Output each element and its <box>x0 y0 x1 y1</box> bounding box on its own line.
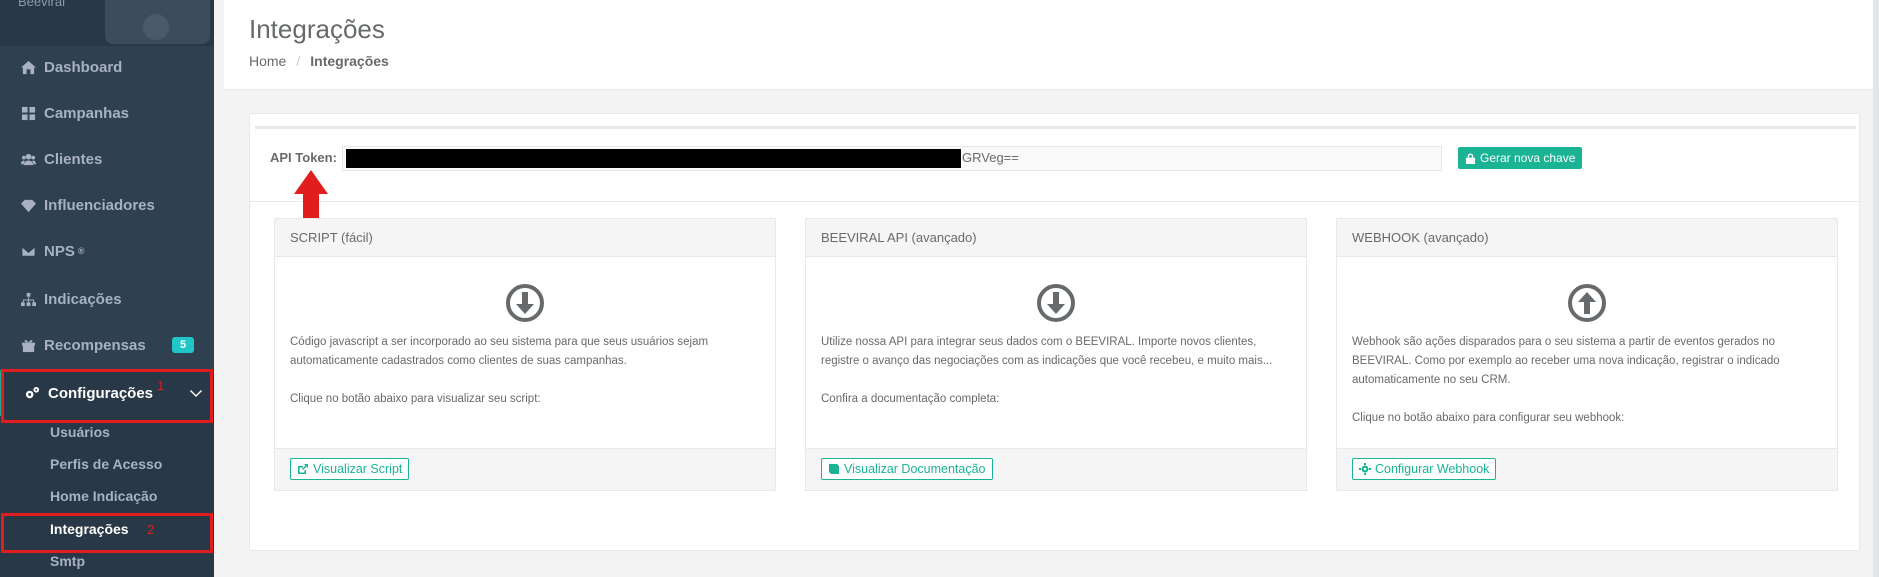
submenu-item-usuarios[interactable]: Usuários <box>0 416 214 448</box>
lock-icon <box>1465 152 1476 164</box>
sidebar-item-configuracoes[interactable]: Configurações <box>0 370 214 416</box>
diamond-icon <box>20 197 36 213</box>
api-token-label: API Token: <box>270 150 337 165</box>
sidebar-item-label: Campanhas <box>44 104 130 122</box>
breadcrumb-current: Integrações <box>310 53 389 69</box>
panel-title: BEEVIRAL API (avançado) <box>806 219 1306 257</box>
page-title: Integrações <box>249 14 385 44</box>
token-redaction-block <box>346 149 961 168</box>
configure-webhook-label: Configurar Webhook <box>1375 462 1490 476</box>
sidebar-item-label: NPS <box>44 242 75 260</box>
sidebar-item-campanhas[interactable]: Campanhas <box>0 90 214 136</box>
panel-title: SCRIPT (fácil) <box>275 219 775 257</box>
view-documentation-label: Visualizar Documentação <box>844 462 986 476</box>
sidebar-item-label: Dashboard <box>44 58 123 76</box>
sidebar: Beeviral Dashboard Campanhas Clientes In… <box>0 0 214 577</box>
profile-name: Beeviral <box>18 0 65 9</box>
generate-key-button[interactable]: Gerar nova chave <box>1458 147 1583 169</box>
panel-api: BEEVIRAL API (avançado) Utilize nossa AP… <box>805 218 1307 491</box>
sidebar-item-label: Clientes <box>44 150 103 168</box>
book-icon <box>829 464 839 474</box>
view-script-button[interactable]: Visualizar Script <box>290 458 410 480</box>
registered-mark: ® <box>77 246 85 256</box>
submenu-item-integracoes[interactable]: Integrações <box>0 513 214 545</box>
scrollbar-track[interactable] <box>1873 0 1879 577</box>
sidebar-item-clientes[interactable]: Clientes <box>0 136 214 182</box>
profile-area: Beeviral <box>0 0 214 46</box>
panel-description: Webhook são ações disparados para o seu … <box>1352 333 1822 447</box>
sidebar-item-label: Indicações <box>44 290 122 308</box>
panel-paragraph: Utilize nossa API para integrar seus dad… <box>821 336 1273 367</box>
sidebar-item-recompensas[interactable]: Recompensas 5 <box>0 322 214 368</box>
sidebar-item-label: Recompensas <box>44 336 146 354</box>
users-icon <box>20 151 36 167</box>
view-script-label: Visualizar Script <box>313 462 403 476</box>
avatar[interactable] <box>105 0 210 44</box>
divider <box>250 201 1861 202</box>
breadcrumb: Home / Integrações <box>249 53 389 69</box>
grid-icon <box>20 105 36 121</box>
arrow-circle-down-icon <box>505 283 545 323</box>
envelope-icon <box>20 243 36 259</box>
sidebar-item-indicacoes[interactable]: Indicações <box>0 276 214 322</box>
arrow-circle-up-icon <box>1567 283 1607 323</box>
divider <box>255 126 1856 129</box>
sidebar-item-nps[interactable]: NPS ® <box>0 228 214 274</box>
panel-footer: Visualizar Script <box>275 448 775 490</box>
generate-key-label: Gerar nova chave <box>1480 151 1576 165</box>
sitemap-icon <box>20 291 36 307</box>
chevron-down-icon <box>190 386 202 398</box>
sidebar-item-dashboard[interactable]: Dashboard <box>0 44 214 90</box>
panel-description: Código javascript a ser incorporado ao s… <box>290 333 760 428</box>
home-icon <box>20 59 36 75</box>
gear-icon <box>1359 463 1371 475</box>
annotation-number-1: 1 <box>157 378 165 393</box>
api-token-visible-tail: GRVeg== <box>962 150 1019 165</box>
panel-paragraph: Confira a documentação completa: <box>821 393 1000 405</box>
panel-title: WEBHOOK (avançado) <box>1337 219 1837 257</box>
sidebar-item-label: Configurações <box>48 384 154 402</box>
panel-script: SCRIPT (fácil) Código javascript a ser i… <box>274 218 776 491</box>
panel-paragraph: Webhook são ações disparados para o seu … <box>1352 336 1780 386</box>
panel-description: Utilize nossa API para integrar seus dad… <box>821 333 1291 428</box>
panel-paragraph: Clique no botão abaixo para configurar s… <box>1352 412 1625 424</box>
sidebar-item-influenciadores[interactable]: Influenciadores <box>0 182 214 228</box>
panel-webhook: WEBHOOK (avançado) Webhook são ações dis… <box>1336 218 1838 491</box>
page-header: Integrações Home / Integrações <box>224 0 1879 90</box>
submenu-item-smtp[interactable]: Smtp <box>0 545 214 577</box>
sidebar-item-label: Influenciadores <box>44 196 155 214</box>
panel-paragraph: Clique no botão abaixo para visualizar s… <box>290 393 541 405</box>
configure-webhook-button[interactable]: Configurar Webhook <box>1352 458 1497 480</box>
panel-footer: Configurar Webhook <box>1337 448 1837 490</box>
view-documentation-button[interactable]: Visualizar Documentação <box>821 458 993 480</box>
breadcrumb-home-link[interactable]: Home <box>249 53 286 69</box>
integrations-box: API Token: GRVeg== Gerar nova chave SCRI… <box>249 113 1861 551</box>
submenu-item-home-indicacao[interactable]: Home Indicação <box>0 480 214 512</box>
annotation-number-2: 2 <box>147 522 155 537</box>
arrow-circle-down-icon <box>1036 283 1076 323</box>
submenu-item-perfis-de-acesso[interactable]: Perfis de Acesso <box>0 448 214 480</box>
panel-paragraph: Código javascript a ser incorporado ao s… <box>290 336 709 367</box>
external-link-icon <box>298 464 308 474</box>
breadcrumb-separator: / <box>296 53 301 69</box>
panel-footer: Visualizar Documentação <box>806 448 1306 490</box>
cogs-icon <box>24 385 40 401</box>
gift-icon <box>20 337 36 353</box>
rewards-count-badge: 5 <box>172 337 194 353</box>
submenu-configuracoes: Usuários Perfis de Acesso Home Indicação… <box>0 416 214 577</box>
